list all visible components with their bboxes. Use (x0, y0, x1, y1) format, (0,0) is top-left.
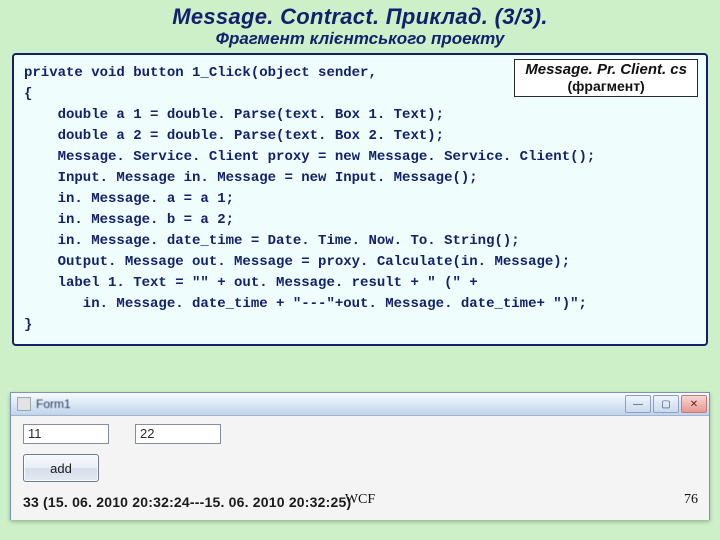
file-name: Message. Pr. Client. cs (525, 62, 687, 79)
page-number: 76 (684, 492, 698, 508)
footer-center: WCF (0, 492, 720, 508)
minimize-button[interactable]: — (625, 395, 651, 413)
slide-subtitle: Фрагмент клієнтського проекту (10, 30, 710, 47)
window-caption: Form1 (36, 397, 71, 411)
file-fragment-label: (фрагмент) (525, 79, 687, 94)
maximize-button[interactable]: ▢ (653, 395, 679, 413)
window-app-icon (17, 397, 31, 411)
window-buttons: — ▢ ✕ (625, 395, 707, 413)
titlebar: Form1 — ▢ ✕ (11, 393, 709, 416)
file-badge: Message. Pr. Client. cs (фрагмент) (514, 59, 698, 97)
slide-title: Message. Contract. Приклад. (3/3). (10, 6, 710, 28)
textbox-2[interactable]: 22 (135, 424, 221, 444)
textbox-1[interactable]: 11 (23, 424, 109, 444)
code-text: private void button 1_Click(object sende… (24, 63, 696, 336)
code-block: Message. Pr. Client. cs (фрагмент) priva… (12, 53, 708, 346)
close-button[interactable]: ✕ (681, 395, 707, 413)
add-button[interactable]: add (23, 454, 99, 482)
